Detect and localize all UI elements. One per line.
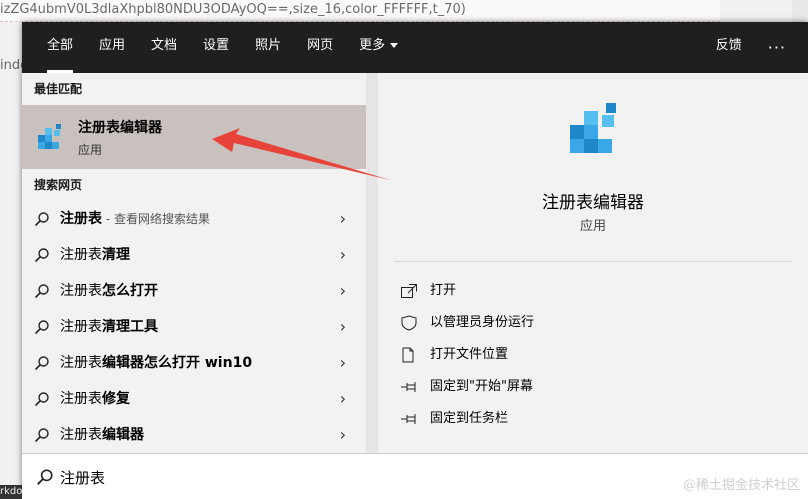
best-match-type: 应用 <box>78 143 103 157</box>
search-icon <box>34 284 49 299</box>
details-divider <box>394 261 792 262</box>
best-match-name: 注册表编辑器 <box>78 120 162 136</box>
chevron-right-icon: › <box>339 389 346 408</box>
details-app-type: 应用 <box>579 219 606 234</box>
pin-icon <box>401 414 416 424</box>
tab-documents[interactable]: 文档 <box>138 22 190 73</box>
open-icon <box>401 284 417 298</box>
watermark: @稀土掘金技术社区 <box>682 478 800 493</box>
chevron-down-icon <box>390 43 399 48</box>
search-icon <box>34 428 49 443</box>
web-result-5[interactable]: 注册表修复 › <box>22 381 366 417</box>
search-icon <box>34 392 49 407</box>
registry-editor-icon <box>38 124 61 149</box>
feedback-button[interactable]: 反馈 <box>702 22 756 73</box>
details-app-name: 注册表编辑器 <box>542 193 644 213</box>
search-icon <box>37 469 53 485</box>
action-pin-taskbar[interactable]: 固定到任务栏 <box>400 407 508 431</box>
chevron-right-icon: › <box>339 425 346 444</box>
chevron-right-icon: › <box>339 245 346 264</box>
tab-apps[interactable]: 应用 <box>86 22 138 73</box>
file-location-icon <box>402 347 414 363</box>
pin-icon <box>401 382 416 392</box>
tab-settings[interactable]: 设置 <box>190 22 242 73</box>
shield-icon <box>401 315 417 331</box>
search-icon <box>34 356 49 371</box>
chevron-right-icon: › <box>339 209 346 228</box>
chevron-right-icon: › <box>339 281 346 300</box>
action-pin-start[interactable]: 固定到"开始"屏幕 <box>400 375 533 399</box>
action-open[interactable]: 打开 <box>400 279 456 303</box>
web-result-0[interactable]: 注册表 - 查看网络搜索结果 › <box>22 201 366 237</box>
search-icon <box>34 320 49 335</box>
registry-editor-icon <box>570 103 616 153</box>
background-url-text: izZG4ubmV0L3dlaXhpbl80NDU3ODAyOQ==,size_… <box>0 0 720 22</box>
web-result-6[interactable]: 注册表编辑器 › <box>22 417 366 453</box>
more-options-button[interactable]: ··· <box>756 24 808 71</box>
best-match-header: 最佳匹配 <box>34 82 83 96</box>
search-input[interactable] <box>60 462 760 492</box>
web-result-2[interactable]: 注册表怎么打开 › <box>22 273 366 309</box>
web-result-4[interactable]: 注册表编辑器怎么打开 win10 › <box>22 345 366 381</box>
filter-tabs-bar: 全部 应用 文档 设置 照片 网页 更多 反馈 ··· <box>22 22 808 73</box>
background-corner-text: rkdo <box>0 485 22 499</box>
search-panel: 全部 应用 文档 设置 照片 网页 更多 反馈 ··· 最佳匹配 注册表编辑器 … <box>22 22 808 499</box>
web-result-1[interactable]: 注册表清理 › <box>22 237 366 273</box>
tab-web[interactable]: 网页 <box>294 22 346 73</box>
search-icon <box>34 212 49 227</box>
pane-divider <box>366 73 378 453</box>
results-list: 最佳匹配 注册表编辑器 应用 搜索网页 注册表 - 查看网络搜索结果 › 注册表… <box>22 73 366 453</box>
details-pane: 注册表编辑器 应用 打开 以管理员身份运行 打开文件位置 固定到"开始"屏幕 固… <box>378 73 808 453</box>
web-result-3[interactable]: 注册表清理工具 › <box>22 309 366 345</box>
chevron-right-icon: › <box>339 317 346 336</box>
action-run-as-admin[interactable]: 以管理员身份运行 <box>400 311 534 335</box>
tab-more[interactable]: 更多 <box>346 22 411 73</box>
action-open-file-location[interactable]: 打开文件位置 <box>400 343 508 367</box>
tab-all[interactable]: 全部 <box>34 22 86 73</box>
best-match-item[interactable]: 注册表编辑器 应用 <box>22 105 366 169</box>
chevron-right-icon: › <box>339 353 346 372</box>
tab-photos[interactable]: 照片 <box>242 22 294 73</box>
search-icon <box>34 248 49 263</box>
web-search-header: 搜索网页 <box>34 178 83 192</box>
